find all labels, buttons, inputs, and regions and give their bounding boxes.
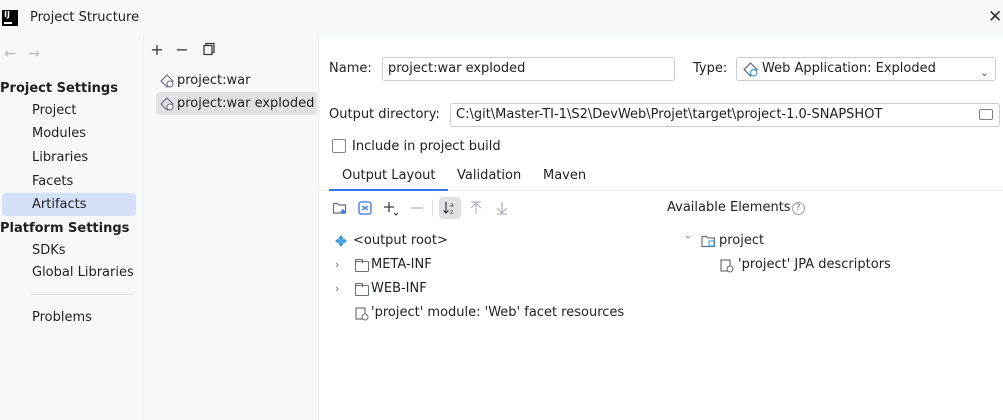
type-select[interactable]: Web Application: Exploded ⌄ <box>736 57 996 81</box>
new-folder-icon[interactable] <box>332 200 348 216</box>
settings-nav: ← → Project Settings Project Modules Libr… <box>0 36 144 420</box>
nav-item-global-libraries[interactable]: Global Libraries <box>2 261 136 284</box>
title-bar: IJ Project Structure ✕ <box>0 0 1003 36</box>
artifact-icon <box>160 97 174 111</box>
chevron-down-icon[interactable]: › <box>677 235 699 247</box>
chevron-right-icon[interactable]: › <box>335 278 347 300</box>
type-value: Web Application: Exploded <box>762 61 936 76</box>
svg-text:a: a <box>450 202 454 209</box>
web-app-icon <box>743 62 758 77</box>
tree-item-label: <output root> <box>353 233 448 248</box>
include-in-build-label: Include in project build <box>352 139 501 154</box>
nav-item-artifacts[interactable]: Artifacts <box>2 193 136 216</box>
type-label: Type: <box>693 61 728 76</box>
sort-icon[interactable]: az <box>442 200 458 216</box>
artifact-label: project:war exploded <box>177 96 315 111</box>
tree-item-label: project <box>719 233 765 248</box>
artifact-label: project:war <box>177 73 251 88</box>
module-folder-icon <box>701 235 716 248</box>
nav-item-project[interactable]: Project <box>2 99 136 122</box>
minus-icon[interactable]: − <box>174 42 190 58</box>
toolbar-separator <box>432 200 433 216</box>
help-icon[interactable]: ? <box>791 202 805 215</box>
artifact-project-war[interactable]: project:war <box>156 69 317 92</box>
nav-item-problems[interactable]: Problems <box>2 306 136 329</box>
copy-icon[interactable] <box>201 42 217 58</box>
nav-item-sdks[interactable]: SDKs <box>2 239 136 262</box>
name-label: Name: <box>329 61 372 76</box>
available-elements-title: Available Elements? <box>667 200 805 215</box>
output-directory-value: C:\git\Master-TI-1\S2\DevWeb\Projet\targ… <box>456 107 883 122</box>
window-title: Project Structure <box>30 10 140 25</box>
nav-divider <box>30 294 134 295</box>
nav-item-facets[interactable]: Facets <box>2 170 136 193</box>
nav-item-libraries[interactable]: Libraries <box>2 146 136 169</box>
chevron-down-icon: ⌄ <box>979 66 989 79</box>
tree-item-label: 'project' JPA descriptors <box>738 257 891 272</box>
name-field[interactable]: project:war exploded <box>382 57 675 81</box>
remove-icon[interactable] <box>409 200 425 216</box>
tree-item-label: WEB-INF <box>371 281 427 296</box>
jpa-descriptor-icon <box>720 259 734 273</box>
facet-resource-icon <box>355 307 369 321</box>
tab-maven[interactable]: Maven <box>530 167 599 191</box>
chevron-right-icon[interactable]: › <box>335 254 347 276</box>
svg-text:z: z <box>450 209 453 216</box>
plus-icon[interactable]: + <box>149 42 165 58</box>
close-icon[interactable]: ✕ <box>988 8 1003 26</box>
project-settings-header: Project Settings <box>0 81 118 96</box>
tree-item-label: 'project' module: 'Web' facet resources <box>371 305 625 320</box>
move-down-icon[interactable] <box>494 200 510 216</box>
output-directory-label: Output directory: <box>329 107 440 122</box>
folder-icon <box>355 259 369 272</box>
browse-folder-icon[interactable] <box>979 109 993 120</box>
tab-validation[interactable]: Validation <box>444 167 534 191</box>
arrow-right-icon[interactable]: → <box>28 46 52 62</box>
artifact-icon <box>160 74 174 88</box>
output-root-icon <box>335 235 347 247</box>
tree-item-label: META-INF <box>371 257 432 272</box>
archive-icon[interactable] <box>357 200 373 216</box>
artifact-project-war-exploded[interactable]: project:war exploded <box>156 92 317 115</box>
arrow-left-icon[interactable]: ← <box>4 46 28 62</box>
platform-settings-header: Platform Settings <box>0 221 130 236</box>
include-in-build-checkbox[interactable] <box>332 139 346 153</box>
output-directory-field[interactable]: C:\git\Master-TI-1\S2\DevWeb\Projet\targ… <box>450 103 1000 127</box>
tab-output-layout[interactable]: Output Layout <box>329 167 449 191</box>
move-up-icon[interactable] <box>468 200 484 216</box>
add-icon[interactable] <box>382 200 398 216</box>
nav-item-modules[interactable]: Modules <box>2 122 136 145</box>
folder-icon <box>355 283 369 296</box>
artifacts-panel: + − project:war project:war exploded <box>144 36 319 420</box>
intellij-logo-icon: IJ <box>2 10 18 26</box>
